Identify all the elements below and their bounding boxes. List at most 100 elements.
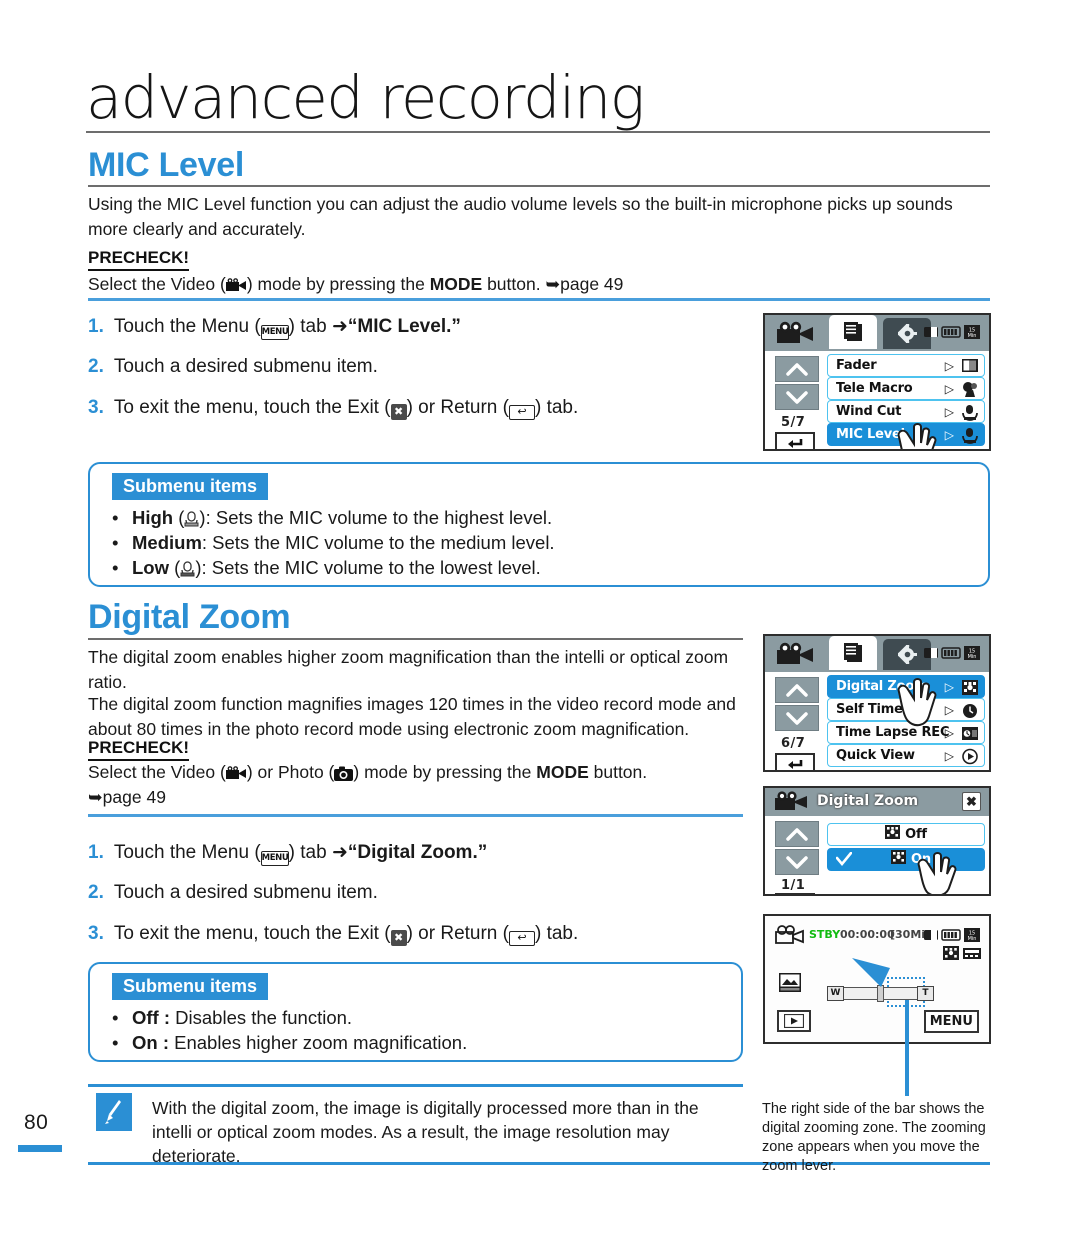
precheck-text-a: Select the Video ( <box>88 274 226 294</box>
bullet-icon: • <box>112 532 119 553</box>
menu-item-self-timer[interactable]: Self Timer ▷ <box>827 698 985 721</box>
mic-level-step-1: 1. Touch the Menu (MENU) tab ➜“MIC Level.… <box>88 314 461 340</box>
quick-view-icon <box>961 748 979 765</box>
mic-level-precheck-divider <box>88 298 990 301</box>
submenu-scroll-up-button[interactable] <box>775 821 819 847</box>
zoom-tele-button[interactable]: T <box>917 986 934 1001</box>
menu-return-button[interactable] <box>775 432 815 449</box>
list-item: • Medium: Sets the MIC volume to the medi… <box>112 530 962 555</box>
mic-level-step-2: 2. Touch a desired submenu item. <box>88 355 378 379</box>
zoom-caption: The right side of the bar shows the digi… <box>762 1101 986 1174</box>
digital-zoom-intro-1: The digital zoom enables higher zoom mag… <box>88 647 729 692</box>
wind-cut-icon <box>961 404 979 421</box>
menu-item-fader[interactable]: Fader ▷ <box>827 354 985 377</box>
mic-level-precheck-text: Select the Video () mode by pressing the… <box>88 272 988 298</box>
bullet-icon: • <box>112 507 119 528</box>
step-text-b: ) tab <box>288 842 332 863</box>
list-item: • On : Enables higher zoom magnification. <box>112 1030 722 1055</box>
step-text-a: To exit the menu, touch the Exit ( <box>113 397 391 418</box>
digital-zoom-indicator-icon <box>943 946 959 965</box>
page-number: 80 <box>24 1111 49 1134</box>
step-quoted-item: “Digital Zoom.” <box>347 842 488 863</box>
page-ref-arrow-icon: ➥ <box>545 275 561 295</box>
bullet-icon: • <box>112 557 119 578</box>
menu-item-wind-cut[interactable]: Wind Cut ▷ <box>827 400 985 423</box>
menu-return-button[interactable] <box>775 753 815 770</box>
precheck-page-ref: page 49 <box>102 787 166 807</box>
menu-item-tele-macro[interactable]: Tele Macro ▷ <box>827 377 985 400</box>
chevron-right-icon: ▷ <box>944 702 954 717</box>
list-item: • Low (): Sets the MIC volume to the lowe… <box>112 557 541 578</box>
step-quoted-item: “MIC Level.” <box>347 316 461 337</box>
submenu-scroll-down-button[interactable] <box>775 849 819 875</box>
menu-item-mic-level[interactable]: MIC Level ▷ <box>827 423 985 446</box>
caption-leader-line <box>905 1000 909 1096</box>
fader-icon <box>961 358 979 375</box>
submenu-desc: Disables the function. <box>170 1007 353 1028</box>
settings-gear-icon <box>896 322 917 348</box>
submenu-term: High <box>132 507 174 528</box>
menu-scroll-down-button[interactable] <box>775 705 819 731</box>
submenu-item-off[interactable]: Off <box>827 823 985 846</box>
menu-item-label: Quick View <box>836 748 915 763</box>
digital-zoom-submenu-list: • Off : Disables the function. • On : Enab… <box>112 1005 722 1055</box>
menu-scroll-up-button[interactable] <box>775 677 819 703</box>
digital-zoom-on-icon <box>891 850 907 869</box>
step-text-a: Touch a desired submenu item. <box>113 882 378 903</box>
menu-item-quick-view[interactable]: Quick View ▷ <box>827 744 985 767</box>
svg-text:Min: Min <box>968 936 977 942</box>
submenu-item-label: Off <box>905 827 927 842</box>
menu-item-digital-zoom[interactable]: Digital Zoom ▷ <box>827 675 985 698</box>
lcd-mic-level-menu[interactable]: 15 Min 5/7 Fader ▷ Tele Macro ▷ Wind Cut … <box>763 313 991 451</box>
camcorder-icon <box>777 642 815 671</box>
mode-button-label: MODE <box>536 762 589 782</box>
camcorder-icon <box>225 764 247 779</box>
step-text-b: ) or Return ( <box>406 923 509 944</box>
chevron-right-icon: ▷ <box>944 427 954 442</box>
submenu-return-button[interactable] <box>775 893 815 894</box>
submenu-item-on[interactable]: On <box>827 848 985 871</box>
close-icon[interactable]: ✖ <box>962 792 981 811</box>
lcd-menu-button[interactable]: MENU <box>923 1010 979 1033</box>
submenu-term: Off : <box>132 1007 171 1028</box>
menu-tab-icon: MENU <box>260 851 289 866</box>
playback-button[interactable] <box>777 1010 811 1032</box>
menu-scroll-down-button[interactable] <box>775 384 819 410</box>
chevron-right-icon: ▷ <box>944 679 954 694</box>
note-pen-icon <box>96 1093 132 1131</box>
settings-gear-icon <box>896 643 917 669</box>
precheck-text-c: button. <box>482 274 546 294</box>
section-divider-digital-zoom <box>88 638 743 640</box>
precheck-text-c: ) mode by pressing the <box>353 762 537 782</box>
tele-macro-icon <box>961 381 979 398</box>
menu-item-label: Digital Zoom <box>836 679 928 694</box>
precheck-text-a: Select the Video ( <box>88 762 226 782</box>
return-icon: ↩ <box>508 931 535 946</box>
submenu-title: Digital Zoom <box>817 793 919 809</box>
mode-button-label: MODE <box>429 274 483 294</box>
lcd-digital-zoom-submenu[interactable]: Digital Zoom ✖ 1/1 Off On <box>763 786 991 896</box>
lcd-record-screen[interactable]: STBY 00:00:00 [30Min] 15 Min W T MENU <box>763 914 991 1044</box>
lcd-digital-zoom-menu[interactable]: 15 Min 6/7 Digital Zoom ▷ Self Timer ▷ Ti… <box>763 634 991 772</box>
page-title: advanced recording <box>86 63 645 132</box>
menu-page-indicator: 5/7 <box>781 415 806 430</box>
submenu-desc: Enables higher zoom magnification. <box>169 1032 468 1053</box>
section-divider-mic-level <box>88 185 990 187</box>
precheck-text-d: button. <box>588 762 648 782</box>
step-text-a: Touch the Menu ( <box>113 842 261 863</box>
lcd-submenu-titlebar: Digital Zoom ✖ <box>765 788 989 816</box>
note-divider-top <box>88 1084 743 1087</box>
tab-menu-list[interactable] <box>829 315 877 349</box>
menu-item-time-lapse-rec[interactable]: Time Lapse REC ▷ <box>827 721 985 744</box>
step-text-a: Touch the Menu ( <box>113 316 261 337</box>
page-left-rule <box>62 178 65 1140</box>
chevron-right-icon: ▷ <box>944 725 954 740</box>
step-number: 3. <box>88 923 104 944</box>
tab-menu-list[interactable] <box>829 636 877 670</box>
submenu-desc: : Sets the MIC volume to the lowest leve… <box>201 557 541 578</box>
list-item: • Off : Disables the function. <box>112 1005 722 1030</box>
zoom-wide-button[interactable]: W <box>827 986 844 1001</box>
digital-zoom-step-3: 3. To exit the menu, touch the Exit (✖) o… <box>88 922 578 946</box>
chevron-right-icon: ▷ <box>944 404 954 419</box>
menu-scroll-up-button[interactable] <box>775 356 819 382</box>
